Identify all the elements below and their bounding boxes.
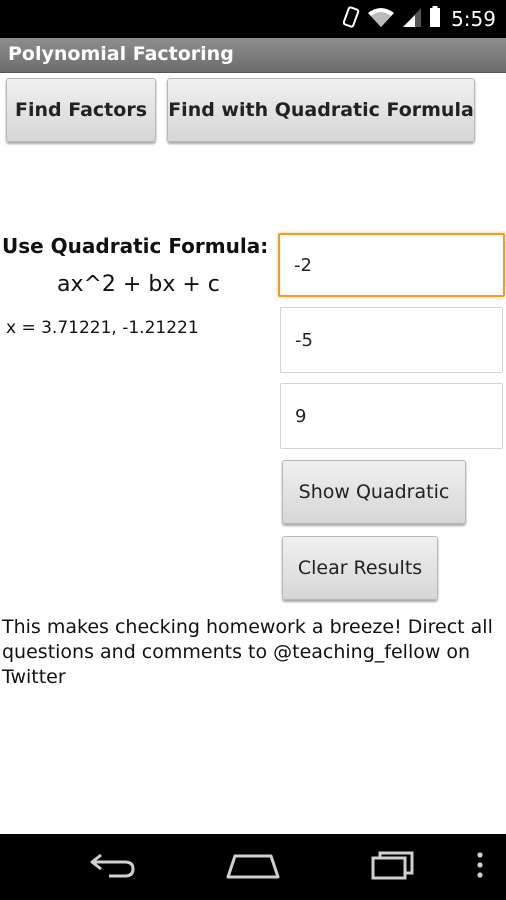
status-time: 5:59: [451, 7, 496, 31]
quadratic-formula-label: ax^2 + bx + c: [57, 272, 220, 297]
back-icon: [89, 850, 137, 885]
quadratic-heading: Use Quadratic Formula:: [2, 234, 269, 258]
signal-icon: [401, 5, 423, 34]
find-factors-button[interactable]: Find Factors: [6, 78, 156, 142]
find-quadratic-button[interactable]: Find with Quadratic Formula: [167, 78, 475, 142]
status-icons: 5:59: [341, 0, 496, 38]
quadratic-result: x = 3.71221, -1.21221: [6, 318, 199, 338]
coefficient-b-input[interactable]: [280, 307, 503, 373]
app-title: Polynomial Factoring: [8, 43, 234, 65]
overflow-menu-button[interactable]: [462, 834, 498, 900]
show-quadratic-button[interactable]: Show Quadratic: [282, 460, 466, 524]
clear-results-button[interactable]: Clear Results: [282, 536, 438, 600]
recent-apps-button[interactable]: [350, 834, 436, 900]
status-bar: 5:59: [0, 0, 506, 38]
home-button[interactable]: [210, 834, 296, 900]
vibrate-icon: [341, 5, 361, 34]
recent-apps-icon: [369, 850, 417, 885]
coefficient-a-input[interactable]: [278, 233, 505, 297]
back-button[interactable]: [70, 834, 156, 900]
footer-text: This makes checking homework a breeze! D…: [2, 616, 493, 688]
battery-icon: [429, 5, 441, 34]
coefficient-c-input[interactable]: [280, 383, 503, 449]
navigation-bar: [0, 834, 506, 900]
title-bar: Polynomial Factoring: [0, 38, 506, 73]
home-icon: [225, 850, 281, 885]
menu-icon: [476, 851, 484, 884]
wifi-icon: [367, 5, 395, 34]
